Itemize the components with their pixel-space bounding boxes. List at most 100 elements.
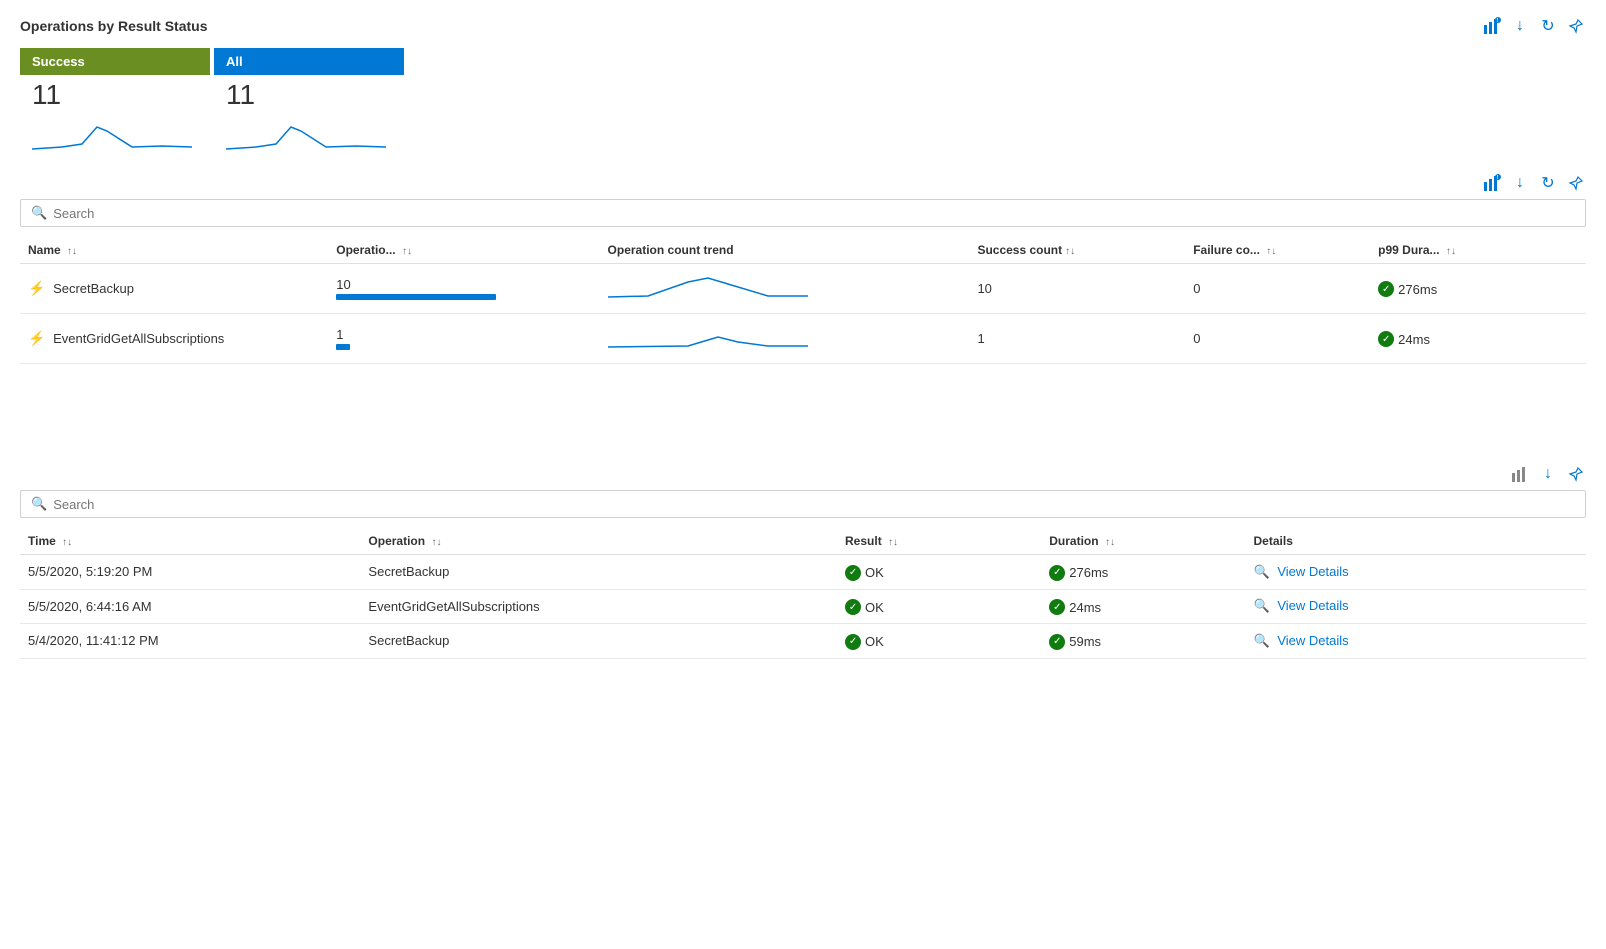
cell-trend-1: [600, 264, 970, 314]
log-row-2: 5/5/2020, 6:44:16 AM EventGridGetAllSubs…: [20, 589, 1586, 624]
result-badge-2: ✓ OK: [845, 599, 884, 615]
sort-icon-p99: ↑↓: [1446, 246, 1456, 257]
duration-check-1: ✓: [1049, 565, 1065, 581]
download-icon[interactable]: ↓: [1510, 16, 1530, 36]
op-name-2: EventGridGetAllSubscriptions: [53, 331, 224, 346]
chart2-icon[interactable]: !: [1482, 173, 1502, 193]
col-header-failure[interactable]: Failure co... ↑↓: [1185, 237, 1370, 264]
refresh2-icon[interactable]: ↻: [1538, 173, 1558, 193]
log-duration-2: ✓ 24ms: [1041, 589, 1245, 624]
cell-name-1: ⚡ SecretBackup: [20, 264, 328, 314]
col-header-success[interactable]: Success count↑↓: [969, 237, 1185, 264]
log-operation-3: SecretBackup: [360, 624, 837, 659]
cell-failure-1: 0: [1185, 264, 1370, 314]
duration-value-1: 276ms: [1069, 565, 1108, 580]
view-details-link-2[interactable]: View Details: [1277, 598, 1348, 613]
op-count-label-1: 10: [336, 277, 591, 292]
col-header-duration[interactable]: Duration ↑↓: [1041, 528, 1245, 555]
p99-value-2: 24ms: [1398, 332, 1430, 347]
op-name-1: SecretBackup: [53, 281, 134, 296]
col-header-time[interactable]: Time ↑↓: [20, 528, 360, 555]
table-row: ⚡ SecretBackup 10 10 0: [20, 264, 1586, 314]
duration-check-2: ✓: [1049, 599, 1065, 615]
p99-badge-2: ✓ 24ms: [1378, 331, 1430, 347]
log-time-3: 5/4/2020, 11:41:12 PM: [20, 624, 360, 659]
download3-icon[interactable]: ↓: [1538, 464, 1558, 484]
toolbar2-icons: ! ↓ ↻: [1482, 173, 1586, 193]
toolbar2: ! ↓ ↻: [20, 173, 1586, 193]
cell-name-2: ⚡ EventGridGetAllSubscriptions: [20, 314, 328, 364]
lightning-icon-1: ⚡: [28, 280, 45, 296]
log-details-1[interactable]: 🔍 View Details: [1246, 555, 1586, 590]
page: Operations by Result Status ! ↓ ↻: [0, 0, 1606, 949]
search-input-2[interactable]: [53, 497, 1575, 512]
magnifier-icon-3: 🔍: [1254, 633, 1270, 648]
status-cards: Success 11 All 11: [20, 48, 1586, 165]
search-bar-1: 🔍: [20, 199, 1586, 227]
refresh-icon[interactable]: ↻: [1538, 16, 1558, 36]
search-input-1[interactable]: [53, 206, 1575, 221]
log-time-2: 5/5/2020, 6:44:16 AM: [20, 589, 360, 624]
spacer: [20, 364, 1586, 464]
col-header-result[interactable]: Result ↑↓: [837, 528, 1041, 555]
col-header-trend: Operation count trend: [600, 237, 970, 264]
log-details-2[interactable]: 🔍 View Details: [1246, 589, 1586, 624]
log-result-1: ✓ OK: [837, 555, 1041, 590]
magnifier-icon-1: 🔍: [1254, 564, 1270, 579]
view-details-link-3[interactable]: View Details: [1277, 633, 1348, 648]
duration-value-3: 59ms: [1069, 634, 1101, 649]
sort-icon-result: ↑↓: [888, 537, 898, 548]
result-check-1: ✓: [845, 565, 861, 581]
toolbar3-icons: ↓: [1510, 464, 1586, 484]
cell-trend-2: [600, 314, 970, 364]
operations-table: Name ↑↓ Operatio... ↑↓ Operation count t…: [20, 237, 1586, 364]
result-label-3: OK: [865, 634, 884, 649]
pin3-icon[interactable]: [1566, 464, 1586, 484]
result-label-1: OK: [865, 565, 884, 580]
pin-icon[interactable]: [1566, 16, 1586, 36]
check-icon-1: ✓: [1378, 281, 1394, 297]
result-check-2: ✓: [845, 599, 861, 615]
log-operation-1: SecretBackup: [360, 555, 837, 590]
trend-svg-2: [608, 322, 808, 352]
log-details-3[interactable]: 🔍 View Details: [1246, 624, 1586, 659]
log-row-3: 5/4/2020, 11:41:12 PM SecretBackup ✓ OK …: [20, 624, 1586, 659]
success-card[interactable]: Success 11: [20, 48, 210, 165]
all-card-label: All: [214, 48, 404, 75]
p99-value-1: 276ms: [1398, 282, 1437, 297]
duration-badge-3: ✓ 59ms: [1049, 634, 1101, 650]
duration-badge-1: ✓ 276ms: [1049, 565, 1108, 581]
cell-p99-1: ✓ 276ms: [1370, 264, 1586, 314]
chart-icon[interactable]: !: [1482, 16, 1502, 36]
cell-failure-2: 0: [1185, 314, 1370, 364]
cell-p99-2: ✓ 24ms: [1370, 314, 1586, 364]
result-badge-1: ✓ OK: [845, 565, 884, 581]
col-header-p99[interactable]: p99 Dura... ↑↓: [1370, 237, 1586, 264]
col-header-operation[interactable]: Operation ↑↓: [360, 528, 837, 555]
pin2-icon[interactable]: [1566, 173, 1586, 193]
sort-icon-duration: ↑↓: [1105, 537, 1115, 548]
chart3-icon[interactable]: [1510, 464, 1530, 484]
toolbar3: ↓: [20, 464, 1586, 484]
check-icon-2: ✓: [1378, 331, 1394, 347]
log-result-2: ✓ OK: [837, 589, 1041, 624]
sort-icon-opcount: ↑↓: [402, 246, 412, 257]
op-bar-2: [336, 344, 350, 350]
col-header-name[interactable]: Name ↑↓: [20, 237, 328, 264]
cell-opcount-1: 10: [328, 264, 599, 314]
col-header-opcount[interactable]: Operatio... ↑↓: [328, 237, 599, 264]
view-details-link-1[interactable]: View Details: [1277, 564, 1348, 579]
cell-success-1: 10: [969, 264, 1185, 314]
download2-icon[interactable]: ↓: [1510, 173, 1530, 193]
all-card[interactable]: All 11: [214, 48, 404, 165]
op-bar-container-2: 1: [336, 327, 591, 350]
sort-icon-failure: ↑↓: [1266, 246, 1276, 257]
cell-opcount-2: 1: [328, 314, 599, 364]
log-row-1: 5/5/2020, 5:19:20 PM SecretBackup ✓ OK ✓…: [20, 555, 1586, 590]
cell-success-2: 1: [969, 314, 1185, 364]
op-count-label-2: 1: [336, 327, 591, 342]
success-sparkline: [20, 115, 210, 165]
log-duration-3: ✓ 59ms: [1041, 624, 1245, 659]
log-result-3: ✓ OK: [837, 624, 1041, 659]
log-time-1: 5/5/2020, 5:19:20 PM: [20, 555, 360, 590]
